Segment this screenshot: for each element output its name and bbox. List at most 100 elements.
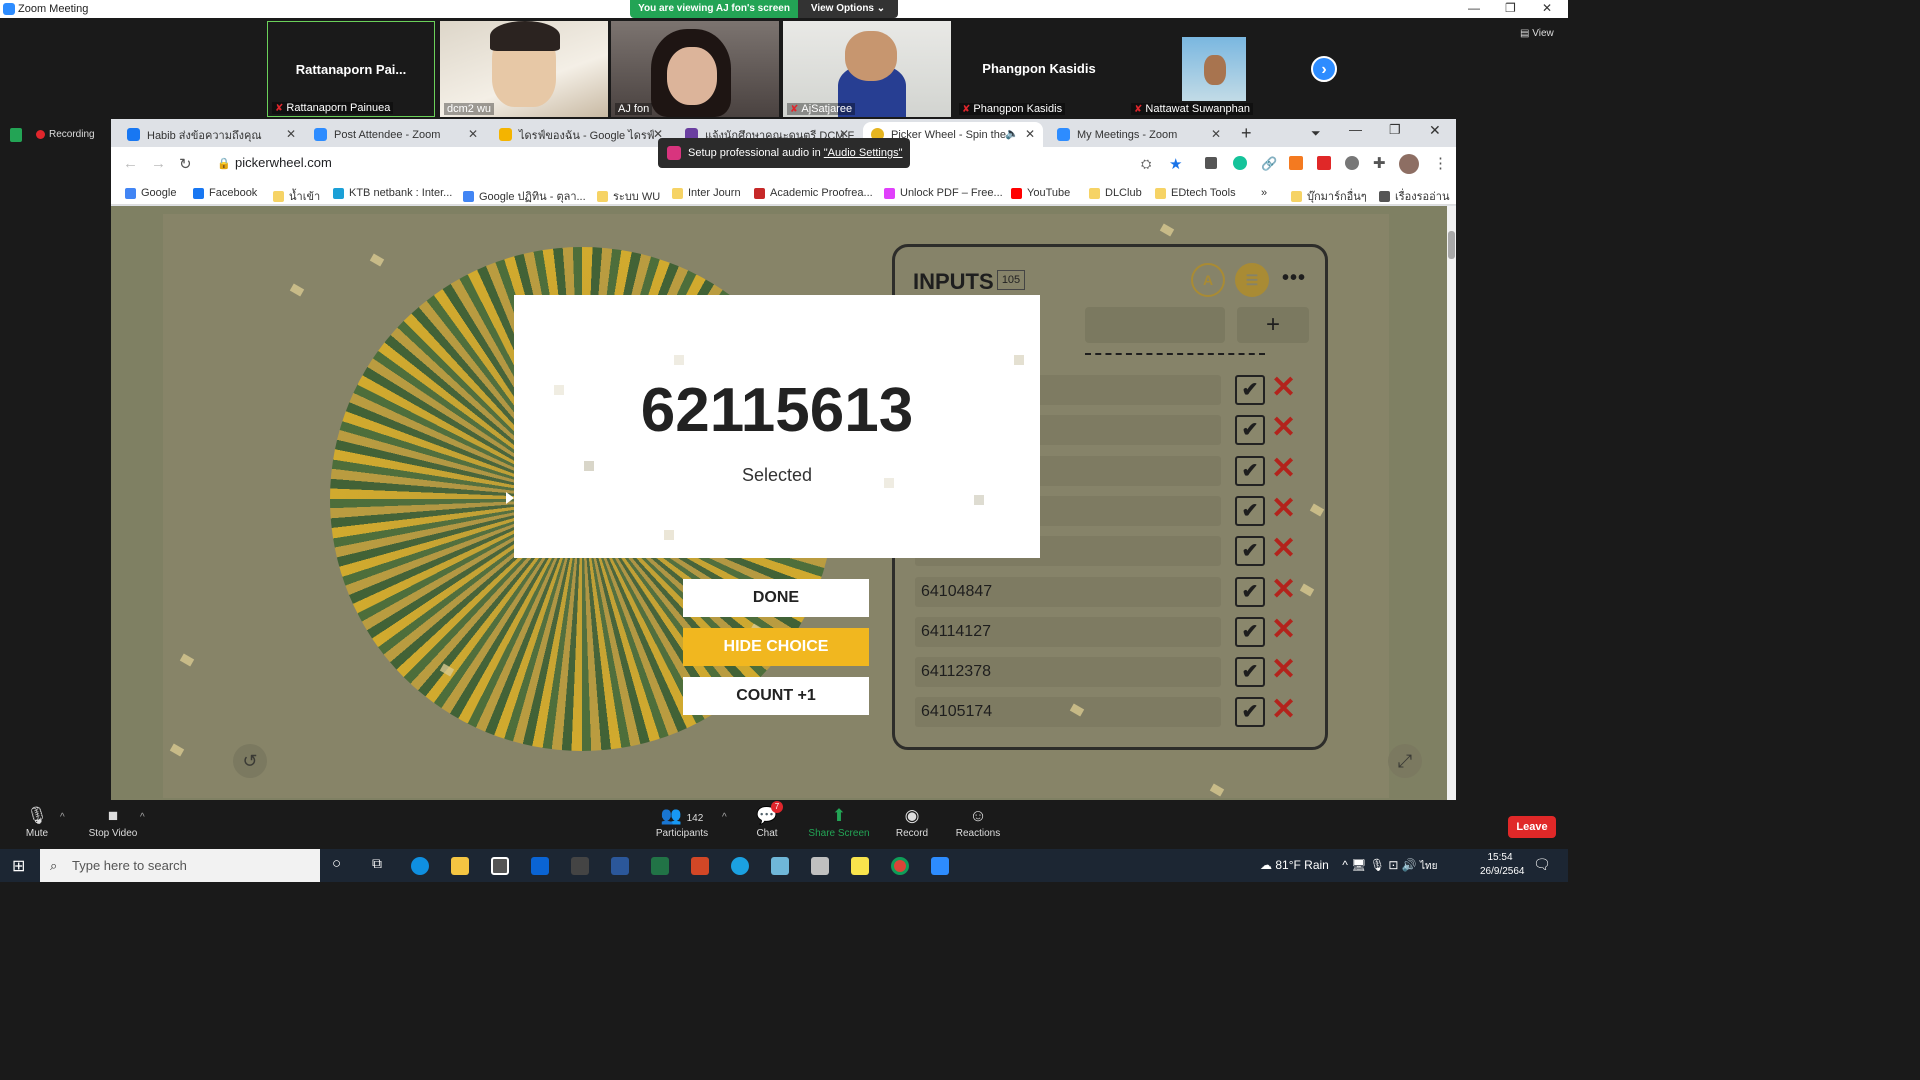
app-icon[interactable] (811, 857, 829, 875)
participant-tile[interactable]: Rattanaporn Pai... ✘ Rattanaporn Painuea (267, 21, 435, 117)
reactions-button[interactable]: ☺ Reactions (938, 804, 1018, 839)
security-shield-icon[interactable] (10, 128, 22, 142)
store-icon[interactable] (491, 857, 509, 875)
task-view-icon[interactable]: ⧉ (372, 855, 382, 872)
speaker-icon[interactable]: 🔈 (1005, 127, 1019, 140)
participant-tile[interactable]: Phangpon Kasidis ✘ Phangpon Kasidis (955, 21, 1123, 117)
address-bar[interactable]: pickerwheel.com (235, 155, 332, 170)
browser-tab[interactable]: ไดรฟ์ของฉัน - Google ไดรฟ์ ✕ (491, 122, 671, 147)
file-explorer-icon[interactable] (451, 857, 469, 875)
bookmark-item[interactable]: Unlock PDF – Free... (884, 187, 1003, 199)
entry-checkbox[interactable]: ✔ (1235, 697, 1265, 728)
entry-checkbox[interactable]: ✔ (1235, 576, 1265, 607)
participant-tile[interactable]: ✘ Nattawat Suwanphan (1127, 21, 1295, 117)
scrollbar-thumb[interactable] (1448, 231, 1455, 259)
minimize-icon[interactable]: — (1349, 122, 1362, 137)
translate-icon[interactable]: ⛭ (1141, 156, 1151, 172)
delete-entry-icon[interactable]: ✕ (1271, 453, 1296, 484)
edge-icon[interactable] (411, 857, 429, 875)
delete-entry-icon[interactable]: ✕ (1271, 614, 1296, 645)
forward-icon[interactable]: → (151, 155, 166, 172)
zoom-taskbar-icon[interactable] (931, 857, 949, 875)
add-entry-button[interactable]: + (1237, 307, 1309, 343)
browser-tab[interactable]: My Meetings - Zoom ✕ (1049, 122, 1229, 147)
bookmark-item[interactable]: Academic Proofrea... (754, 187, 873, 199)
participants-caret-icon[interactable]: ^ (722, 812, 727, 823)
count-plus-one-button[interactable]: COUNT +1 (683, 677, 869, 715)
entry-row[interactable]: 64114127 (915, 616, 1221, 647)
tab-close-icon[interactable]: ✕ (468, 127, 478, 141)
entry-checkbox[interactable]: ✔ (1235, 495, 1265, 526)
next-page-button[interactable]: › (1311, 56, 1337, 82)
delete-entry-icon[interactable]: ✕ (1271, 413, 1296, 443)
delete-entry-icon[interactable]: ✕ (1271, 534, 1296, 564)
participant-tile[interactable]: dcm2 wu (440, 21, 608, 117)
maximize-icon[interactable]: ❐ (1389, 122, 1401, 138)
entry-checkbox[interactable]: ✔ (1235, 657, 1265, 688)
tab-close-icon[interactable]: ✕ (286, 127, 296, 141)
text-mode-toggle[interactable]: A (1191, 263, 1225, 297)
bookmark-item[interactable]: บุ๊กมาร์กอื่นๆ (1291, 187, 1367, 205)
extension-icon[interactable] (1317, 156, 1331, 170)
bookmark-item[interactable]: เรื่องรออ่าน (1379, 187, 1449, 205)
mute-button[interactable]: 🎙 Mute (0, 804, 77, 839)
new-tab-icon[interactable]: + (1241, 123, 1252, 144)
avatar[interactable] (1399, 154, 1419, 174)
reload-icon[interactable]: ↻ (179, 155, 192, 173)
entry-row[interactable]: 64104847 (915, 576, 1221, 607)
windows-start-icon[interactable]: ⊞ (12, 856, 25, 876)
language-indicator[interactable]: ไทย (1420, 861, 1437, 872)
puzzle-icon[interactable]: ✚ (1373, 154, 1386, 172)
restore-icon[interactable]: ❐ (1505, 1, 1516, 15)
cortana-icon[interactable]: ○ (332, 855, 341, 872)
tab-close-icon[interactable]: ✕ (1025, 127, 1035, 141)
delete-entry-icon[interactable]: ✕ (1271, 373, 1296, 403)
tab-search-icon[interactable]: ⏷ (1311, 126, 1321, 141)
close-icon[interactable]: ✕ (1429, 122, 1441, 139)
app-icon[interactable] (771, 857, 789, 875)
powerpoint-icon[interactable] (691, 857, 709, 875)
excel-icon[interactable] (651, 857, 669, 875)
back-icon[interactable]: ← (123, 155, 138, 172)
new-entry-input[interactable] (1085, 307, 1225, 343)
delete-entry-icon[interactable]: ✕ (1271, 655, 1296, 685)
history-icon[interactable]: ↺ (233, 744, 267, 778)
done-button[interactable]: DONE (683, 579, 869, 617)
entry-checkbox[interactable]: ✔ (1235, 536, 1265, 567)
word-icon[interactable] (611, 857, 629, 875)
entry-checkbox[interactable]: ✔ (1235, 375, 1265, 405)
mail-icon[interactable] (531, 857, 549, 875)
bookmark-item[interactable]: YouTube (1011, 187, 1070, 199)
entry-checkbox[interactable]: ✔ (1235, 415, 1265, 446)
fullscreen-icon[interactable]: ⤢ (1388, 744, 1422, 778)
lock-icon[interactable]: 🔒 (217, 157, 231, 170)
bookmark-item[interactable]: DLClub (1089, 187, 1142, 199)
bookmark-item[interactable]: ระบบ WU (597, 187, 660, 205)
entry-checkbox[interactable]: ✔ (1235, 616, 1265, 647)
bookmark-item[interactable]: น้ำเข้า (273, 187, 320, 205)
extension-icon[interactable] (1345, 156, 1359, 170)
video-options-caret-icon[interactable]: ^ (140, 812, 145, 823)
volume-icon[interactable]: 🔊 (1402, 858, 1417, 872)
delete-entry-icon[interactable]: ✕ (1271, 695, 1296, 725)
mute-options-caret-icon[interactable]: ^ (60, 812, 65, 823)
minimize-icon[interactable]: — (1468, 1, 1480, 15)
entry-checkbox[interactable]: ✔ (1235, 455, 1265, 486)
close-icon[interactable]: ✕ (1542, 1, 1552, 15)
sticky-notes-icon[interactable] (851, 857, 869, 875)
audio-settings-link[interactable]: "Audio Settings" (824, 147, 903, 159)
weather-text[interactable]: 81°F Rain (1275, 858, 1329, 872)
view-button[interactable]: ▤ View (1520, 28, 1554, 39)
tray-caret-icon[interactable]: ^ (1342, 858, 1348, 872)
menu-dots-icon[interactable]: ⋮ (1433, 154, 1448, 172)
chrome-icon[interactable] (891, 857, 909, 875)
delete-entry-icon[interactable]: ✕ (1271, 493, 1296, 524)
bookmark-item[interactable]: » (1261, 187, 1267, 199)
grammarly-icon[interactable] (1233, 156, 1247, 170)
bookmark-item[interactable]: Facebook (193, 187, 257, 199)
notification-icon[interactable]: 🗨 (1533, 856, 1551, 873)
app-icon[interactable] (571, 857, 589, 875)
bookmark-item[interactable]: EDtech Tools (1155, 187, 1236, 199)
bookmark-item[interactable]: KTB netbank : Inter... (333, 187, 452, 199)
wifi-icon[interactable]: ⊡ (1388, 858, 1398, 872)
